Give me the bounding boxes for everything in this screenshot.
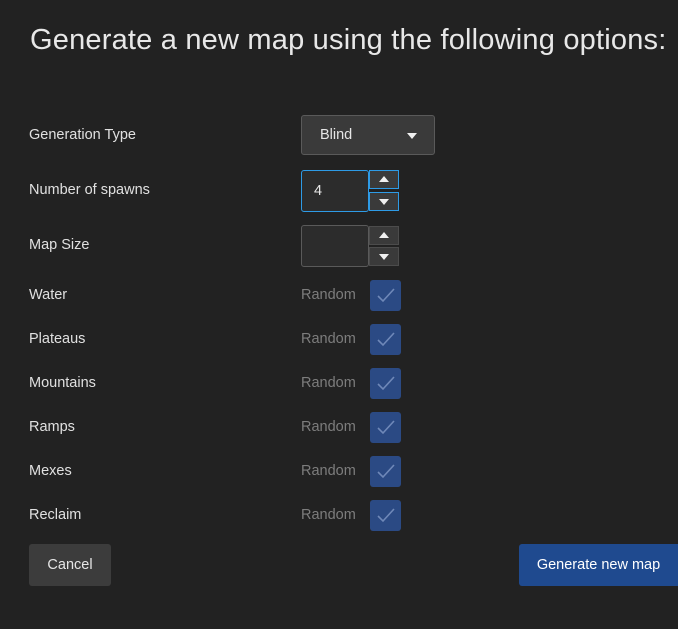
checkmark-icon xyxy=(377,376,395,391)
spawns-input[interactable]: 4 xyxy=(301,170,369,212)
dialog-title: Generate a new map using the following o… xyxy=(30,24,667,56)
spawns-increment-button[interactable] xyxy=(369,170,399,189)
generation-type-value: Blind xyxy=(320,127,353,143)
map-size-input[interactable] xyxy=(301,225,369,267)
map-size-increment-button[interactable] xyxy=(369,226,399,245)
mexes-label: Mexes xyxy=(29,463,72,479)
reclaim-random-checkbox[interactable] xyxy=(370,500,401,531)
map-size-decrement-button[interactable] xyxy=(369,247,399,266)
reclaim-random-label: Random xyxy=(301,507,356,523)
ramps-random-label: Random xyxy=(301,419,356,435)
plateaus-random-checkbox[interactable] xyxy=(370,324,401,355)
checkmark-icon xyxy=(377,288,395,303)
spawns-label: Number of spawns xyxy=(29,182,150,198)
mexes-random-checkbox[interactable] xyxy=(370,456,401,487)
spawns-decrement-button[interactable] xyxy=(369,192,399,211)
generation-type-label: Generation Type xyxy=(29,127,136,143)
reclaim-label: Reclaim xyxy=(29,507,82,523)
generate-map-button[interactable]: Generate new map xyxy=(519,544,678,586)
arrow-up-icon xyxy=(379,232,389,238)
plateaus-random-label: Random xyxy=(301,331,356,347)
cancel-button[interactable]: Cancel xyxy=(29,544,111,586)
map-size-label: Map Size xyxy=(29,237,90,253)
mountains-random-checkbox[interactable] xyxy=(370,368,401,399)
generation-type-dropdown[interactable]: Blind xyxy=(301,115,435,155)
water-random-checkbox[interactable] xyxy=(370,280,401,311)
checkmark-icon xyxy=(377,508,395,523)
plateaus-label: Plateaus xyxy=(29,331,86,347)
water-random-label: Random xyxy=(301,287,356,303)
mexes-random-label: Random xyxy=(301,463,356,479)
arrow-down-icon xyxy=(379,199,389,205)
ramps-label: Ramps xyxy=(29,419,75,435)
checkmark-icon xyxy=(377,420,395,435)
mountains-label: Mountains xyxy=(29,375,96,391)
checkmark-icon xyxy=(377,332,395,347)
chevron-down-icon xyxy=(407,133,417,139)
water-label: Water xyxy=(29,287,68,303)
ramps-random-checkbox[interactable] xyxy=(370,412,401,443)
mountains-random-label: Random xyxy=(301,375,356,391)
checkmark-icon xyxy=(377,464,395,479)
spawns-value: 4 xyxy=(314,183,323,199)
arrow-up-icon xyxy=(379,176,389,182)
arrow-down-icon xyxy=(379,254,389,260)
